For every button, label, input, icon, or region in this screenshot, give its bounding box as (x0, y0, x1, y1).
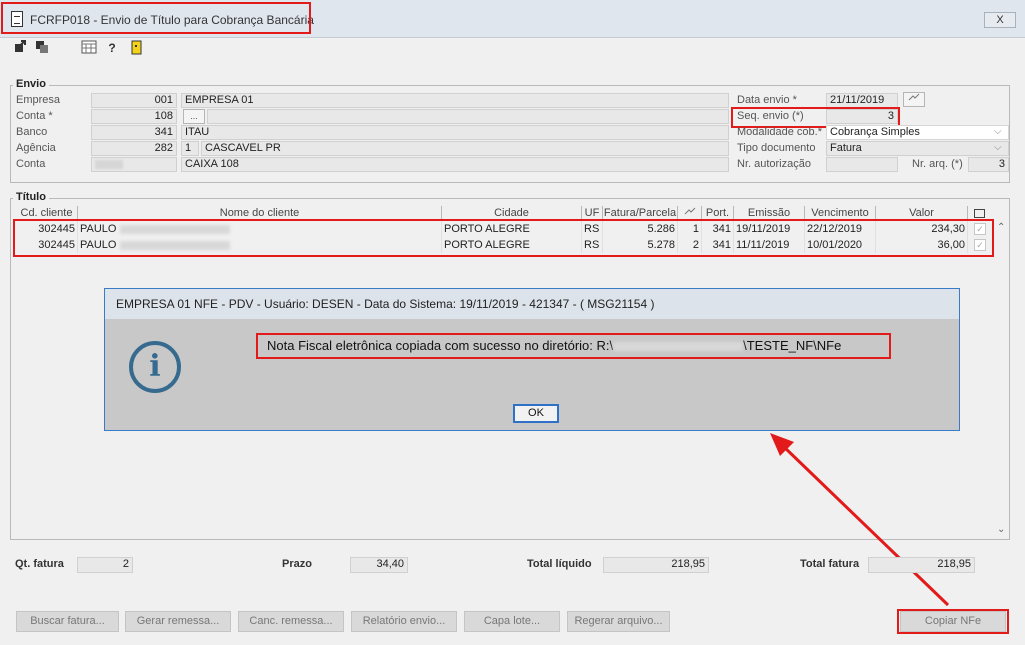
col-vencimento[interactable]: Vencimento (805, 206, 876, 220)
nr-arq-label: Nr. arq. (*) (912, 158, 963, 170)
agencia-code[interactable]: 282 (91, 141, 177, 156)
chevron-down-icon[interactable]: ⌵ (994, 142, 1002, 153)
buscar-fatura-button[interactable]: Buscar fatura... (16, 611, 119, 632)
empresa-code[interactable]: 001 (91, 93, 177, 108)
agencia-label: Agência (16, 142, 56, 154)
tipo-documento-label: Tipo documento (737, 142, 816, 154)
title-highlight (1, 2, 311, 34)
rows-highlight (13, 219, 994, 257)
empresa-label: Empresa (16, 94, 61, 106)
envio-legend: Envio (13, 78, 49, 90)
modalidade-select[interactable]: Cobrança Simples (826, 125, 1009, 140)
conta-lookup-button[interactable]: ... (183, 109, 205, 124)
info-icon: i (129, 341, 181, 393)
banco-name: ITAU (181, 125, 729, 140)
empresa-name: EMPRESA 01 (181, 93, 729, 108)
nr-arq-field: 3 (968, 157, 1009, 172)
qt-fatura-field: 2 (77, 557, 133, 573)
total-fatura-field: 218,95 (868, 557, 975, 573)
dialog-title: EMPRESA 01 NFE - PDV - Usuário: DESEN - … (105, 289, 959, 319)
table-scrollbar[interactable]: ⌃ ⌄ (995, 222, 1009, 540)
data-envio-label: Data envio * (737, 94, 797, 106)
col-sort[interactable] (678, 206, 702, 220)
prazo-label: Prazo (282, 558, 312, 570)
col-fatura-parcela[interactable]: Fatura/Parcela (603, 206, 678, 220)
banco-label: Banco (16, 126, 48, 138)
banco-code[interactable]: 341 (91, 125, 177, 140)
calendar-button[interactable] (903, 92, 925, 107)
conta2-code (91, 157, 177, 172)
nr-autorizacao-field[interactable] (826, 157, 898, 172)
col-cd-cliente[interactable]: Cd. cliente (16, 206, 78, 220)
col-select-all[interactable] (968, 206, 991, 220)
annotation-arrow (770, 433, 950, 607)
conta-label: Conta * (16, 110, 53, 122)
conta-code[interactable]: 108 (91, 109, 177, 124)
scroll-down-icon[interactable]: ⌄ (997, 524, 1005, 535)
qt-fatura-label: Qt. fatura (15, 558, 64, 570)
ok-button[interactable]: OK (513, 404, 559, 423)
tipo-documento-select[interactable]: Fatura (826, 141, 1009, 156)
prazo-field: 34,40 (350, 557, 408, 573)
total-fatura-label: Total fatura (800, 558, 860, 570)
conta2-name: CAIXA 108 (181, 157, 729, 172)
copiar-highlight (897, 609, 1009, 634)
col-uf[interactable]: UF (582, 206, 603, 220)
message-dialog: EMPRESA 01 NFE - PDV - Usuário: DESEN - … (104, 288, 960, 431)
door-icon[interactable] (128, 40, 144, 56)
conta-name (207, 109, 729, 124)
message-highlight (256, 333, 891, 359)
conta2-label: Conta (16, 158, 46, 170)
col-port[interactable]: Port. (702, 206, 734, 220)
calendar-icon[interactable] (81, 40, 97, 56)
total-liquido-label: Total líquido (527, 558, 592, 570)
modalidade-label: Modalidade cob.* (737, 126, 823, 138)
col-valor[interactable]: Valor (876, 206, 968, 220)
total-liquido-field: 218,95 (603, 557, 709, 573)
help-icon[interactable]: ? (104, 40, 120, 56)
gerar-remessa-button[interactable]: Gerar remessa... (125, 611, 231, 632)
exit-icon[interactable] (34, 40, 50, 56)
data-envio-field[interactable]: 21/11/2019 (826, 93, 898, 108)
scroll-up-icon[interactable]: ⌃ (997, 222, 1005, 233)
nr-autorizacao-label: Nr. autorização (737, 158, 811, 170)
agencia-name: CASCAVEL PR (201, 141, 729, 156)
relatorio-envio-button[interactable]: Relatório envio... (351, 611, 457, 632)
col-emissao[interactable]: Emissão (734, 206, 805, 220)
col-nome-cliente[interactable]: Nome do cliente (78, 206, 442, 220)
titulo-legend: Título (13, 191, 49, 203)
regerar-arquivo-button[interactable]: Regerar arquivo... (567, 611, 670, 632)
close-button[interactable]: X (984, 12, 1016, 28)
capa-lote-button[interactable]: Capa lote... (464, 611, 560, 632)
chevron-down-icon[interactable]: ⌵ (994, 126, 1002, 137)
canc-remessa-button[interactable]: Canc. remessa... (238, 611, 344, 632)
agencia-digit: 1 (181, 141, 199, 156)
col-cidade[interactable]: Cidade (442, 206, 582, 220)
enter-icon[interactable] (12, 40, 28, 56)
